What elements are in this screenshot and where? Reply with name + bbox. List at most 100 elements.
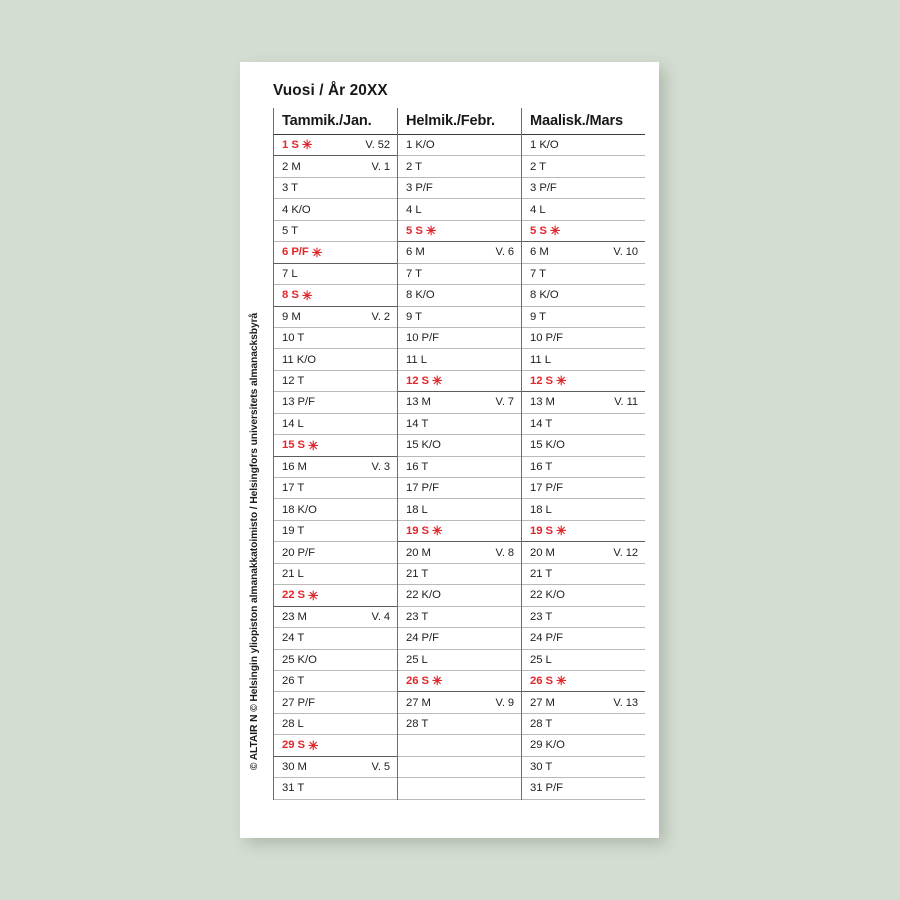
day-row[interactable]: 14 T [398, 414, 521, 436]
day-text: 24 T [282, 632, 305, 645]
day-text: 8 K/O [530, 289, 559, 302]
day-row[interactable]: 23 T [398, 607, 521, 629]
day-row[interactable]: 13 M V. 7 [398, 392, 521, 414]
day-row[interactable]: 31 T [274, 778, 397, 800]
day-row[interactable]: 26 S ✳ [398, 671, 521, 693]
day-row[interactable]: 15 K/O [522, 435, 645, 457]
day-row[interactable]: 14 T [522, 414, 645, 436]
day-row[interactable]: 6 P/F ✳ [274, 242, 397, 264]
day-row[interactable]: 27 P/F [274, 692, 397, 714]
day-row[interactable]: 9 T [522, 307, 645, 328]
day-label: 7 T [406, 268, 422, 280]
day-row[interactable]: 26 T [274, 671, 397, 693]
day-row[interactable]: 15 K/O [398, 435, 521, 457]
day-row[interactable]: 13 M V. 11 [522, 392, 645, 414]
day-row[interactable]: 1 K/O [522, 135, 645, 157]
day-row[interactable]: 20 M V. 12 [522, 542, 645, 564]
day-row[interactable]: 7 T [398, 264, 521, 286]
day-row[interactable]: 14 L [274, 414, 397, 436]
day-row[interactable]: 21 T [398, 564, 521, 586]
day-row[interactable]: 22 S ✳ [274, 585, 397, 607]
day-row[interactable]: 27 M V. 9 [398, 692, 521, 714]
day-row[interactable]: 17 T [274, 478, 397, 500]
day-row[interactable]: 16 T [398, 457, 521, 478]
day-row[interactable]: 30 T [522, 757, 645, 779]
day-row[interactable]: 21 L [274, 564, 397, 586]
day-row[interactable]: 29 K/O [522, 735, 645, 757]
day-row[interactable]: 2 T [522, 156, 645, 178]
day-row[interactable]: 1 K/O [398, 135, 521, 157]
day-row[interactable]: 3 P/F [398, 178, 521, 200]
day-row[interactable]: 18 L [522, 499, 645, 521]
day-row[interactable]: 6 M V. 10 [522, 242, 645, 264]
day-row[interactable]: 9 M V. 2 [274, 307, 397, 328]
day-row[interactable]: 19 T [274, 521, 397, 543]
day-row[interactable] [398, 778, 521, 800]
day-row[interactable]: 3 T [274, 178, 397, 200]
day-row[interactable]: 15 S ✳ [274, 435, 397, 457]
day-row[interactable]: 16 M V. 3 [274, 457, 397, 478]
day-row[interactable]: 22 K/O [398, 585, 521, 607]
day-row[interactable]: 3 P/F [522, 178, 645, 200]
day-row[interactable]: 29 S ✳ [274, 735, 397, 757]
day-row[interactable]: 5 S ✳ [522, 221, 645, 243]
day-row[interactable]: 5 S ✳ [398, 221, 521, 243]
day-row[interactable]: 5 T [274, 221, 397, 243]
day-row[interactable]: 4 L [398, 199, 521, 221]
day-row[interactable]: 27 M V. 13 [522, 692, 645, 714]
day-row[interactable]: 28 L [274, 714, 397, 736]
day-row[interactable]: 22 K/O [522, 585, 645, 607]
day-row[interactable]: 17 P/F [398, 478, 521, 500]
day-row[interactable]: 23 T [522, 607, 645, 629]
day-row[interactable]: 24 P/F [398, 628, 521, 650]
day-row[interactable] [398, 735, 521, 757]
day-row[interactable]: 20 M V. 8 [398, 542, 521, 564]
day-row[interactable]: 13 P/F [274, 392, 397, 414]
day-row[interactable]: 7 T [522, 264, 645, 286]
day-row[interactable]: 28 T [398, 714, 521, 736]
day-row[interactable]: 21 T [522, 564, 645, 586]
day-row[interactable]: 19 S ✳ [522, 521, 645, 543]
day-row[interactable]: 30 M V. 5 [274, 757, 397, 779]
day-row[interactable]: 26 S ✳ [522, 671, 645, 693]
month-column: Maalisk./Mars 1 K/O 2 T3 P/F 4 L5 S ✳ 6 M V. 1… [521, 108, 645, 800]
day-row[interactable]: 9 T [398, 307, 521, 328]
day-row[interactable]: 4 K/O [274, 199, 397, 221]
day-row[interactable]: 10 P/F [398, 328, 521, 350]
day-row[interactable]: 7 L [274, 264, 397, 286]
day-row[interactable]: 18 K/O [274, 499, 397, 521]
day-row[interactable]: 8 K/O [522, 285, 645, 307]
day-label: 6 P/F ✳ [282, 246, 322, 258]
day-row[interactable]: 25 L [398, 650, 521, 671]
day-row[interactable]: 12 S ✳ [398, 371, 521, 393]
day-row[interactable]: 10 T [274, 328, 397, 350]
day-row[interactable]: 8 K/O [398, 285, 521, 307]
day-row[interactable]: 25 L [522, 650, 645, 671]
day-row[interactable]: 24 T [274, 628, 397, 650]
day-row[interactable]: 4 L [522, 199, 645, 221]
day-row[interactable]: 2 M V. 1 [274, 156, 397, 178]
day-label: 3 P/F [406, 182, 433, 194]
day-row[interactable]: 1 S ✳ V. 52 [274, 135, 397, 157]
day-row[interactable]: 28 T [522, 714, 645, 736]
day-row[interactable]: 18 L [398, 499, 521, 521]
day-row[interactable]: 25 K/O [274, 650, 397, 671]
day-row[interactable]: 23 M V. 4 [274, 607, 397, 629]
day-row[interactable]: 17 P/F [522, 478, 645, 500]
day-row[interactable]: 2 T [398, 156, 521, 178]
day-row[interactable]: 12 S ✳ [522, 371, 645, 393]
day-row[interactable]: 10 P/F [522, 328, 645, 350]
day-row[interactable]: 12 T [274, 371, 397, 393]
day-row[interactable]: 16 T [522, 457, 645, 478]
day-row[interactable]: 11 L [522, 349, 645, 371]
day-row[interactable]: 24 P/F [522, 628, 645, 650]
day-row[interactable]: 6 M V. 6 [398, 242, 521, 264]
day-row[interactable]: 31 P/F [522, 778, 645, 800]
day-row[interactable] [398, 757, 521, 779]
day-text: 4 L [406, 203, 422, 216]
day-row[interactable]: 20 P/F [274, 542, 397, 564]
day-row[interactable]: 8 S ✳ [274, 285, 397, 307]
day-row[interactable]: 11 K/O [274, 349, 397, 371]
day-row[interactable]: 19 S ✳ [398, 521, 521, 543]
day-row[interactable]: 11 L [398, 349, 521, 371]
